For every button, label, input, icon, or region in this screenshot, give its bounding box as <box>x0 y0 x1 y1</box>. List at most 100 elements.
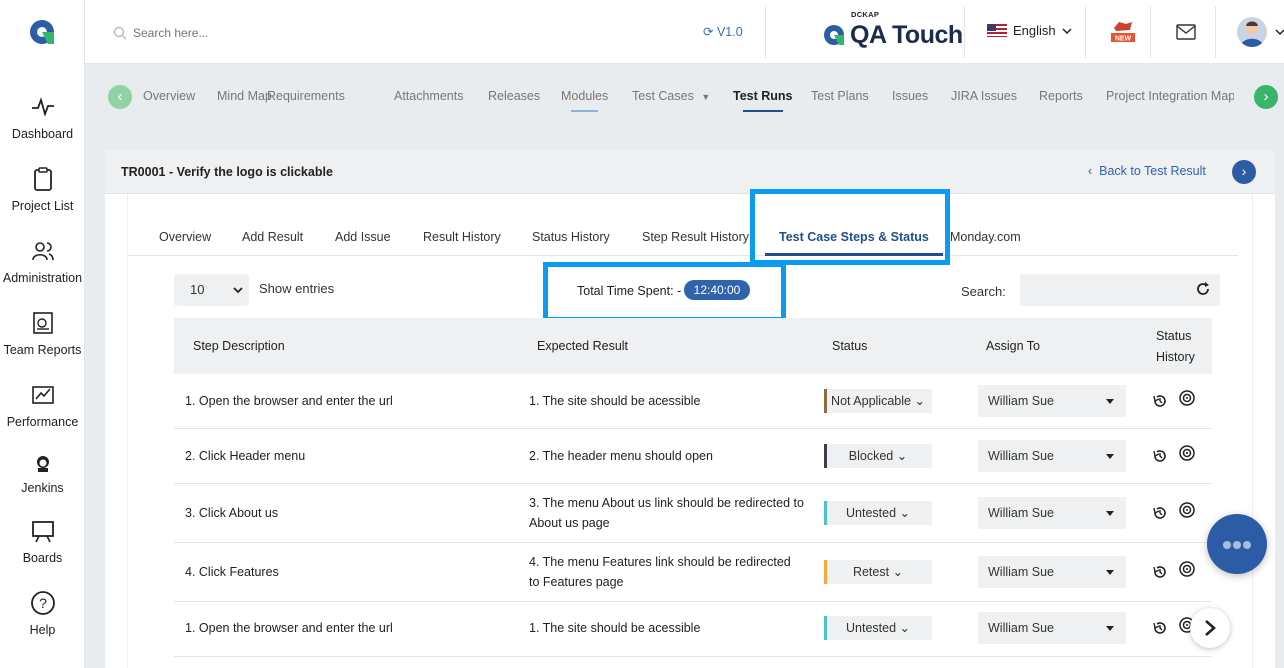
sidebar-item-performance[interactable]: Performance <box>0 382 85 429</box>
nav-tab-attachments[interactable]: Attachments <box>394 89 463 103</box>
back-link-label: Back to Test Result <box>1099 164 1206 178</box>
table-search-input[interactable] <box>1020 274 1190 306</box>
column-header-step-description[interactable]: Step Description <box>193 339 285 353</box>
nav-tab-jira-issues[interactable]: JIRA Issues <box>951 89 1017 103</box>
column-header-status[interactable]: Status <box>832 339 867 353</box>
history-icon[interactable] <box>1152 448 1168 464</box>
assign-select[interactable]: William Sue <box>978 497 1126 529</box>
nav-tab-test-cases[interactable]: Test Cases ▼ <box>632 89 710 103</box>
version-link[interactable]: ⟳ V1.0 <box>703 24 743 39</box>
target-icon[interactable] <box>1178 560 1196 578</box>
nav-tab-releases[interactable]: Releases <box>488 89 540 103</box>
jenkins-icon <box>36 456 49 472</box>
table-header-row: Step Description Expected Result Status … <box>174 318 1212 374</box>
history-icon[interactable] <box>1152 393 1168 409</box>
subtab-overview[interactable]: Overview <box>159 230 211 244</box>
chat-menu-button[interactable] <box>1207 514 1267 574</box>
table-search-field[interactable] <box>1020 274 1220 306</box>
nav-tab-test-plans[interactable]: Test Plans <box>811 89 869 103</box>
history-icon[interactable] <box>1152 620 1168 636</box>
divider <box>1215 6 1216 58</box>
nav-tab-reports[interactable]: Reports <box>1039 89 1083 103</box>
target-icon[interactable] <box>1178 501 1196 519</box>
history-icon[interactable] <box>1152 505 1168 521</box>
user-avatar[interactable] <box>1237 17 1267 47</box>
sidebar-item-project-list[interactable]: Project List <box>0 166 85 213</box>
history-icon[interactable] <box>1152 564 1168 580</box>
sidebar-item-label: Dashboard <box>11 127 74 141</box>
users-icon <box>31 242 54 261</box>
status-color-bar <box>824 501 827 525</box>
target-icon[interactable] <box>1178 389 1196 407</box>
chevron-down-icon[interactable] <box>1275 28 1284 36</box>
nav-scroll-left-button[interactable]: ‹ <box>108 85 132 109</box>
subtab-status-history[interactable]: Status History <box>532 230 610 244</box>
assign-select[interactable]: William Sue <box>978 440 1126 472</box>
status-value: Blocked <box>848 449 894 463</box>
divider <box>1150 6 1151 58</box>
subtab-add-issue[interactable]: Add Issue <box>335 230 391 244</box>
nav-tab-mind-map[interactable]: Mind Map <box>217 89 272 103</box>
nav-tab-project-integration[interactable]: Project Integration Mapp <box>1106 89 1234 103</box>
column-header-expected-result[interactable]: Expected Result <box>537 339 628 353</box>
subtab-add-result[interactable]: Add Result <box>242 230 303 244</box>
next-arrow-button[interactable]: › <box>1232 160 1256 184</box>
status-select[interactable]: Retest ⌄ <box>824 560 932 584</box>
whats-new-icon[interactable]: NEW <box>1110 18 1136 44</box>
sidebar-item-jenkins[interactable]: Jenkins <box>0 454 85 495</box>
refresh-icon[interactable] <box>1196 282 1210 296</box>
sidebar-item-dashboard[interactable]: Dashboard <box>0 94 85 141</box>
status-color-bar <box>824 389 827 413</box>
assign-select[interactable]: William Sue <box>978 612 1126 644</box>
sidebar-item-label: Jenkins <box>21 481 64 495</box>
chevron-down-icon: ⌄ <box>914 394 925 408</box>
sidebar-item-team-reports[interactable]: Team Reports <box>0 310 85 357</box>
sidebar-item-help[interactable]: ? Help <box>0 590 85 637</box>
sidebar-item-administration[interactable]: Administration <box>0 238 85 285</box>
subtab-monday[interactable]: Monday.com <box>950 230 1021 244</box>
column-header-status-history-line2: History <box>1156 350 1195 364</box>
chevron-left-icon: ‹ <box>1088 164 1093 178</box>
status-history-actions <box>1152 445 1196 464</box>
assign-select[interactable]: William Sue <box>978 556 1126 588</box>
global-search[interactable] <box>111 22 411 44</box>
nav-tab-label: Modules <box>561 89 609 103</box>
assignee-value: William Sue <box>988 506 1054 520</box>
entries-select[interactable]: 10 <box>174 274 249 306</box>
expected-result: 1. The site should be acessible <box>529 394 701 408</box>
status-select[interactable]: Blocked ⌄ <box>824 444 932 468</box>
project-nav: ‹ Overview Mind Map Requirements Attachm… <box>85 64 1284 129</box>
step-description: 1. Open the browser and enter the url <box>185 394 393 408</box>
nav-tab-label: Test Cases <box>632 89 694 103</box>
step-description: 4. Click Features <box>185 565 279 579</box>
sidebar-item-boards[interactable]: Boards <box>0 518 85 565</box>
nav-scroll-right-button[interactable]: › <box>1254 85 1278 109</box>
nav-tab-overview[interactable]: Overview <box>143 89 195 103</box>
subtab-step-result-history[interactable]: Step Result History <box>642 230 749 244</box>
qa-touch-logo[interactable] <box>28 18 56 46</box>
assignee-value: William Sue <box>988 394 1054 408</box>
language-selector[interactable]: English <box>987 23 1072 38</box>
sidebar-item-label: Project List <box>11 199 74 213</box>
scroll-next-button[interactable] <box>1190 608 1230 648</box>
status-select[interactable]: Untested ⌄ <box>824 501 932 525</box>
column-header-assign-to[interactable]: Assign To <box>986 339 1040 353</box>
global-search-input[interactable] <box>111 22 391 44</box>
target-icon[interactable] <box>1178 444 1196 462</box>
pulse-icon <box>31 97 54 117</box>
nav-tab-test-runs[interactable]: Test Runs <box>733 89 793 112</box>
table-row: 1. Open the browser and enter the url 1.… <box>174 602 1212 657</box>
status-select[interactable]: Untested ⌄ <box>824 616 932 640</box>
tab-underline <box>571 110 599 112</box>
assign-select[interactable]: William Sue <box>978 385 1126 417</box>
expected-result: 2. The header menu should open <box>529 449 713 463</box>
status-select[interactable]: Not Applicable ⌄ <box>824 389 932 413</box>
nav-tab-issues[interactable]: Issues <box>892 89 928 103</box>
assignee-value: William Sue <box>988 565 1054 579</box>
nav-tab-modules[interactable]: Modules <box>561 89 609 112</box>
back-to-test-result-link[interactable]: ‹ Back to Test Result <box>1088 164 1206 178</box>
mail-icon[interactable] <box>1176 24 1196 40</box>
subtab-result-history[interactable]: Result History <box>423 230 501 244</box>
nav-tab-requirements[interactable]: Requirements <box>267 89 345 103</box>
status-color-bar <box>824 616 827 640</box>
